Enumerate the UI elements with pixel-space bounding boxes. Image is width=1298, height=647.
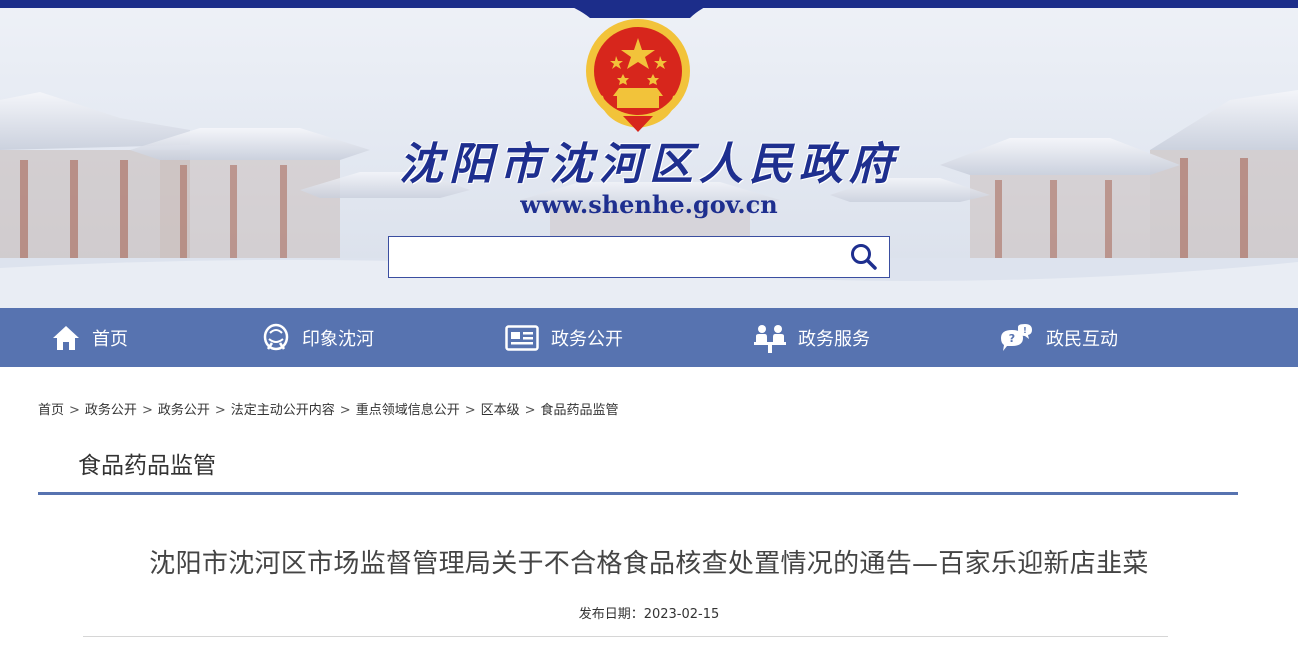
top-strip <box>0 0 1298 8</box>
publish-date: 发布日期：2023-02-15 <box>0 603 1298 622</box>
publish-date-label: 发布日期： <box>578 607 644 622</box>
nav-item-interaction[interactable]: ? ! 政民互动 <box>998 308 1118 367</box>
breadcrumb-link-key-areas[interactable]: 重点领域信息公开 <box>356 403 460 418</box>
impression-icon <box>263 323 289 350</box>
newspaper-icon <box>505 324 539 351</box>
nav-item-open-government[interactable]: 政务公开 <box>505 308 623 367</box>
breadcrumb-separator: > <box>339 403 351 418</box>
breadcrumb-separator: > <box>464 403 476 418</box>
service-desk-icon <box>754 324 786 353</box>
nav-label: 首页 <box>92 328 128 350</box>
breadcrumb-link-open-gov[interactable]: 政务公开 <box>85 403 137 418</box>
nav-label: 政民互动 <box>1046 328 1118 350</box>
nav-label: 印象沈河 <box>302 328 374 350</box>
article-title: 沈阳市沈河区市场监督管理局关于不合格食品核查处置情况的通告—百家乐迎新店韭菜 <box>149 549 1149 579</box>
site-url: www.shenhe.gov.cn <box>520 190 778 219</box>
nav-label: 政务公开 <box>551 328 623 350</box>
header-banner: 沈阳市沈河区人民政府 www.shenhe.gov.cn <box>0 0 1298 308</box>
section-title: 食品药品监管 <box>78 453 216 479</box>
search-button[interactable] <box>839 237 889 277</box>
article-divider <box>83 636 1168 637</box>
site-title: 沈阳市沈河区人民政府 <box>399 139 899 190</box>
breadcrumb-separator: > <box>69 403 80 418</box>
nav-item-impression[interactable]: 印象沈河 <box>262 308 374 367</box>
breadcrumb-link-district-level[interactable]: 区本级 <box>481 403 520 418</box>
breadcrumb: 首页 > 政务公开 > 政务公开 > 法定主动公开内容 > 重点领域信息公开 > 区本级 > 食品药品监… <box>38 399 619 418</box>
main-nav: 首页 印象沈河 政务公开 政务服务 ? ! 政民互动 <box>0 308 1298 367</box>
publish-date-value: 2023-02-15 <box>643 607 720 622</box>
national-emblem-icon <box>586 19 690 132</box>
section-divider <box>38 492 1238 495</box>
breadcrumb-link-food-drug[interactable]: 食品药品监管 <box>541 403 619 418</box>
breadcrumb-link-statutory[interactable]: 法定主动公开内容 <box>231 403 335 418</box>
nav-item-gov-service[interactable]: 政务服务 <box>754 308 870 367</box>
breadcrumb-separator: > <box>524 403 536 418</box>
search-box <box>388 236 890 278</box>
search-icon <box>851 244 877 270</box>
nav-item-home[interactable]: 首页 <box>52 308 128 367</box>
breadcrumb-separator: > <box>214 403 226 418</box>
breadcrumb-link-open-gov-sub[interactable]: 政务公开 <box>158 403 210 418</box>
chat-bubble-icon: ? ! <box>1001 323 1032 351</box>
breadcrumb-link-home[interactable]: 首页 <box>38 403 64 418</box>
svg-text:!: ! <box>1023 326 1027 335</box>
svg-text:?: ? <box>1009 332 1015 345</box>
home-icon <box>53 325 79 350</box>
search-input[interactable] <box>389 237 837 277</box>
nav-label: 政务服务 <box>798 328 870 350</box>
breadcrumb-separator: > <box>141 403 153 418</box>
